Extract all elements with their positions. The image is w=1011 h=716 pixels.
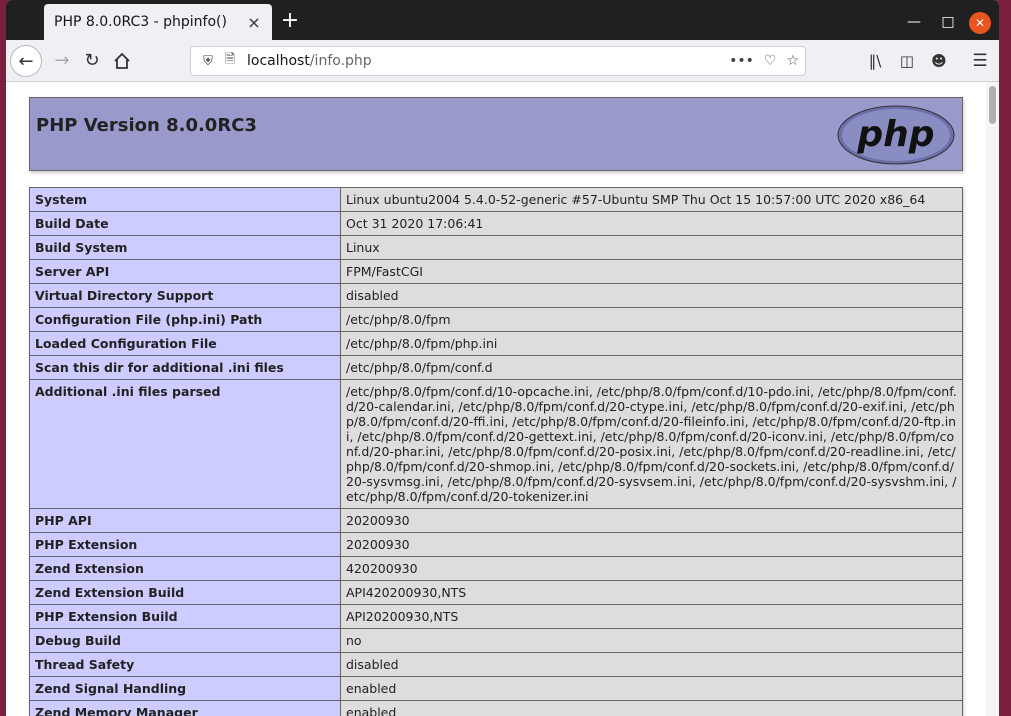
page-icon: 🗎 [224,52,236,67]
row-key: Loaded Configuration File [29,331,341,356]
row-value: /etc/php/8.0/fpm/conf.d [340,355,963,380]
bookmark-star-icon[interactable]: ☆ [786,53,799,69]
row-value: 20200930 [340,532,963,557]
row-value: API420200930,NTS [340,580,963,605]
row-key: Virtual Directory Support [29,283,341,308]
url-host: localhost [247,53,310,69]
browser-window: PHP 8.0.0RC3 - phpinfo() × + — □ ✕ ← → ↻… [6,0,999,716]
sidebar-icon[interactable]: ◫ [896,50,918,72]
table-row: Configuration File (php.ini) Path/etc/ph… [29,307,963,332]
table-row: System Linux ubuntu2004 5.4.0-52-generic … [29,187,963,212]
row-key: Zend Extension Build [29,580,341,605]
php-logo: php [837,105,955,165]
table-row: Build System Linux [29,235,963,260]
arrow-right-icon: → [54,50,70,71]
home-icon [114,52,130,69]
row-key: Debug Build [29,628,341,653]
row-value: no [340,628,963,653]
row-value: FPM/FastCGI [340,259,963,284]
minimize-icon[interactable]: — [902,10,926,34]
url-bar[interactable]: ⛨ 🗎 localhost/info.php ••• ♡ ☆ [190,46,806,76]
table-row: Server API FPM/FastCGI [29,259,963,284]
php-header: PHP Version 8.0.0RC3 php [29,97,963,171]
nav-bar: ← → ↻ ⛨ 🗎 localhost/info.php ••• ♡ ☆ ‖\ … [6,40,999,82]
account-icon[interactable]: ☻ [928,50,950,72]
row-key: PHP API [29,508,341,533]
close-tab-icon[interactable]: × [246,13,262,32]
logo-text: php [856,114,934,155]
shield-icon[interactable]: ⛨ [197,54,219,69]
row-key: Build Date [29,211,341,236]
row-key: Zend Signal Handling [29,676,341,701]
row-value: /etc/php/8.0/fpm [340,307,963,332]
row-value: Oct 31 2020 17:06:41 [340,211,963,236]
scroll-thumb[interactable] [989,86,996,124]
reload-button[interactable]: ↻ [76,45,108,77]
url-path: /info.php [309,53,372,69]
table-row: Build Date Oct 31 2020 17:06:41 [29,211,963,236]
page-title: PHP Version 8.0.0RC3 [36,115,257,136]
row-value: Linux ubuntu2004 5.4.0-52-generic #57-Ub… [340,187,963,212]
table-row: PHP Extension 20200930 [29,532,963,557]
row-key: Configuration File (php.ini) Path [29,307,341,332]
info-table: System Linux ubuntu2004 5.4.0-52-generic … [29,187,963,716]
row-key: Zend Extension [29,556,341,581]
row-value: 420200930 [340,556,963,581]
arrow-left-icon: ← [18,51,34,72]
row-value: /etc/php/8.0/fpm/php.ini [340,331,963,356]
row-key: PHP Extension Build [29,604,341,629]
row-key: Additional .ini files parsed [29,379,341,509]
forward-button[interactable]: → [46,45,78,77]
table-row: Scan this dir for additional .ini files /… [29,355,963,380]
row-key: Build System [29,235,341,260]
table-row: Additional .ini files parsed/etc/php/8.0… [29,379,963,509]
row-key: Zend Memory Manager [29,700,341,716]
row-key: Thread Safety [29,652,341,677]
window-close-icon[interactable]: ✕ [969,12,991,34]
row-key: PHP Extension [29,532,341,557]
page-viewport: PHP Version 8.0.0RC3 php System Linux ubu… [6,82,986,716]
table-row: Loaded Configuration File/etc/php/8.0/fp… [29,331,963,356]
row-value: 20200930 [340,508,963,533]
table-row: PHP API 20200930 [29,508,963,533]
row-key: System [29,187,341,212]
row-key: Server API [29,259,341,284]
table-row: Zend Extension Build API420200930,NTS [29,580,963,605]
row-value: Linux [340,235,963,260]
library-icon[interactable]: ‖\ [864,50,886,72]
maximize-icon[interactable]: □ [936,10,960,34]
more-actions-icon[interactable]: ••• [729,53,754,69]
table-row: Zend Memory Manager enabled [29,700,963,716]
table-row: Debug Build no [29,628,963,653]
row-key: Scan this dir for additional .ini files [29,355,341,380]
table-row: PHP Extension Build API20200930,NTS [29,604,963,629]
new-tab-button[interactable]: + [276,8,304,36]
table-row: Zend Signal Handling enabled [29,676,963,701]
home-button[interactable] [106,45,138,77]
row-value: disabled [340,283,963,308]
table-row: Zend Extension 420200930 [29,556,963,581]
table-row: Virtual Directory Support disabled [29,283,963,308]
back-button[interactable]: ← [10,45,42,77]
table-row: Thread Safety disabled [29,652,963,677]
row-value: /etc/php/8.0/fpm/conf.d/10-opcache.ini, … [340,379,963,509]
reload-icon: ↻ [84,50,100,71]
row-value: API20200930,NTS [340,604,963,629]
scrollbar[interactable] [986,82,999,716]
pocket-icon[interactable]: ♡ [764,53,777,69]
tab-phpinfo[interactable]: PHP 8.0.0RC3 - phpinfo() × [44,4,272,40]
hamburger-menu-icon[interactable]: ☰ [969,50,991,72]
tab-strip: PHP 8.0.0RC3 - phpinfo() × + — □ ✕ [6,0,999,40]
tab-title: PHP 8.0.0RC3 - phpinfo() [54,14,227,30]
row-value: enabled [340,700,963,716]
row-value: disabled [340,652,963,677]
row-value: enabled [340,676,963,701]
